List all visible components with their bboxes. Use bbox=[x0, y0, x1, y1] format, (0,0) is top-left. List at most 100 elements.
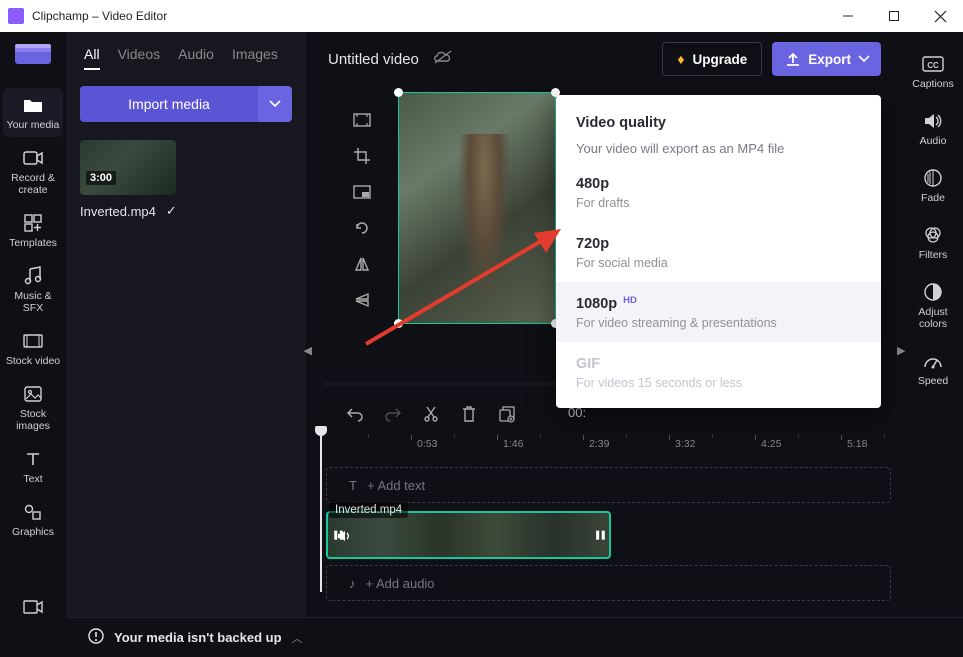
rr-label: Captions bbox=[912, 78, 953, 90]
option-title: GIF bbox=[576, 356, 600, 372]
resize-handle[interactable] bbox=[394, 88, 403, 97]
redo-button[interactable] bbox=[384, 405, 402, 423]
rail-music-sfx[interactable]: Music & SFX bbox=[3, 259, 63, 320]
video-title[interactable]: Untitled video bbox=[328, 51, 419, 68]
duplicate-button[interactable] bbox=[498, 405, 516, 423]
tab-videos[interactable]: Videos bbox=[118, 46, 161, 70]
clip-filename: Inverted.mp4 bbox=[329, 502, 408, 518]
maximize-button[interactable] bbox=[871, 0, 917, 32]
resize-handle[interactable] bbox=[394, 319, 403, 328]
flip-v-icon[interactable] bbox=[352, 290, 372, 310]
music-icon: ♪ bbox=[349, 576, 356, 591]
speed-icon bbox=[922, 350, 944, 372]
left-rail: Your media Record & create Templates Mus… bbox=[0, 32, 66, 635]
status-text: Your media isn't backed up bbox=[114, 630, 282, 645]
rr-fade[interactable]: Fade bbox=[907, 162, 959, 209]
rail-label: Music & SFX bbox=[3, 290, 63, 314]
export-button[interactable]: Export bbox=[772, 42, 881, 76]
rotate-icon[interactable] bbox=[352, 218, 372, 238]
right-rail: CC Captions Audio Fade Filters Adjust co… bbox=[903, 32, 963, 635]
rr-filters[interactable]: Filters bbox=[907, 219, 959, 266]
import-media-button[interactable]: Import media bbox=[80, 86, 258, 122]
rail-your-media[interactable]: Your media bbox=[3, 88, 63, 137]
flip-h-icon[interactable] bbox=[352, 254, 372, 274]
delete-button[interactable] bbox=[460, 405, 478, 423]
rail-brand-kit[interactable] bbox=[3, 590, 63, 627]
split-button[interactable] bbox=[422, 405, 440, 423]
panel-expand-handle[interactable]: ▶ bbox=[897, 344, 905, 357]
templates-icon bbox=[22, 212, 44, 234]
text-track[interactable]: T + Add text bbox=[326, 467, 891, 503]
upload-icon bbox=[786, 52, 800, 66]
text-icon: T bbox=[349, 478, 357, 493]
rr-audio[interactable]: Audio bbox=[907, 105, 959, 152]
rail-record-create[interactable]: Record & create bbox=[3, 141, 63, 202]
playhead[interactable] bbox=[320, 427, 322, 592]
rr-label: Adjust colors bbox=[907, 306, 959, 330]
export-label: Export bbox=[808, 52, 851, 67]
rail-stock-video[interactable]: Stock video bbox=[3, 324, 63, 373]
undo-button[interactable] bbox=[346, 405, 364, 423]
cloud-off-icon[interactable] bbox=[433, 50, 453, 69]
hd-badge: HD bbox=[623, 295, 637, 306]
import-media-dropdown[interactable] bbox=[258, 86, 292, 122]
close-button[interactable] bbox=[917, 0, 963, 32]
ruler-tick: 5:18 bbox=[847, 438, 867, 450]
pip-icon[interactable] bbox=[352, 182, 372, 202]
fit-icon[interactable] bbox=[352, 110, 372, 130]
ruler-tick: 2:39 bbox=[589, 438, 609, 450]
time-ruler[interactable]: 0:53 1:46 2:39 3:32 4:25 5:18 bbox=[320, 435, 895, 453]
export-option-480p[interactable]: 480p For drafts bbox=[556, 162, 881, 222]
film-icon bbox=[22, 330, 44, 352]
export-option-gif[interactable]: GIF For videos 15 seconds or less bbox=[556, 342, 881, 402]
add-audio-label: + Add audio bbox=[366, 576, 435, 591]
rr-speed[interactable]: Speed bbox=[907, 345, 959, 392]
rr-label: Speed bbox=[918, 375, 948, 387]
window-title: Clipchamp – Video Editor bbox=[32, 9, 167, 23]
media-panel: All Videos Audio Images Import media 3:0… bbox=[66, 32, 306, 635]
captions-icon: CC bbox=[922, 53, 944, 75]
rr-label: Filters bbox=[919, 249, 948, 261]
music-icon bbox=[22, 265, 44, 287]
rail-label: Text bbox=[23, 473, 42, 485]
rail-stock-images[interactable]: Stock images bbox=[3, 377, 63, 438]
filters-icon bbox=[922, 224, 944, 246]
minimize-button[interactable] bbox=[825, 0, 871, 32]
rail-graphics[interactable]: Graphics bbox=[3, 495, 63, 544]
chevron-up-icon: ︿ bbox=[292, 630, 303, 646]
timeline: 00: 0:53 1:46 2:39 3:32 4:25 5:18 T + Ad… bbox=[306, 395, 903, 595]
media-item[interactable]: 3:00 Inverted.mp4 ✓ bbox=[80, 140, 176, 219]
app-icon bbox=[8, 8, 24, 24]
camera-icon bbox=[22, 147, 44, 169]
tab-images[interactable]: Images bbox=[232, 46, 278, 70]
option-title: 720p bbox=[576, 236, 609, 252]
rail-text[interactable]: Text bbox=[3, 442, 63, 491]
tab-audio[interactable]: Audio bbox=[178, 46, 214, 70]
volume-icon[interactable] bbox=[337, 529, 351, 547]
export-option-720p[interactable]: 720p For social media bbox=[556, 222, 881, 282]
chevron-down-icon bbox=[270, 101, 280, 107]
ruler-tick: 0:53 bbox=[417, 438, 437, 450]
canvas-tools bbox=[352, 110, 372, 310]
svg-text:CC: CC bbox=[927, 61, 939, 70]
tab-all[interactable]: All bbox=[84, 46, 100, 70]
audio-track[interactable]: ♪ + Add audio bbox=[326, 565, 891, 601]
app-logo bbox=[15, 44, 51, 68]
rr-label: Audio bbox=[920, 135, 947, 147]
media-duration: 3:00 bbox=[86, 171, 116, 185]
option-sub: For video streaming & presentations bbox=[576, 316, 861, 330]
upgrade-button[interactable]: ♦ Upgrade bbox=[662, 42, 762, 76]
ruler-tick: 3:32 bbox=[675, 438, 695, 450]
video-preview[interactable] bbox=[398, 92, 556, 324]
crop-icon[interactable] bbox=[352, 146, 372, 166]
rr-adjust-colors[interactable]: Adjust colors bbox=[907, 276, 959, 335]
status-bar[interactable]: Your media isn't backed up ︿ bbox=[66, 617, 963, 657]
video-clip[interactable] bbox=[326, 511, 611, 559]
add-text-label: + Add text bbox=[367, 478, 425, 493]
export-option-1080p[interactable]: 1080pHD For video streaming & presentati… bbox=[556, 282, 881, 342]
brand-icon bbox=[22, 596, 44, 618]
upgrade-label: Upgrade bbox=[692, 52, 747, 67]
rr-captions[interactable]: CC Captions bbox=[907, 48, 959, 95]
rail-templates[interactable]: Templates bbox=[3, 206, 63, 255]
speaker-icon bbox=[922, 110, 944, 132]
